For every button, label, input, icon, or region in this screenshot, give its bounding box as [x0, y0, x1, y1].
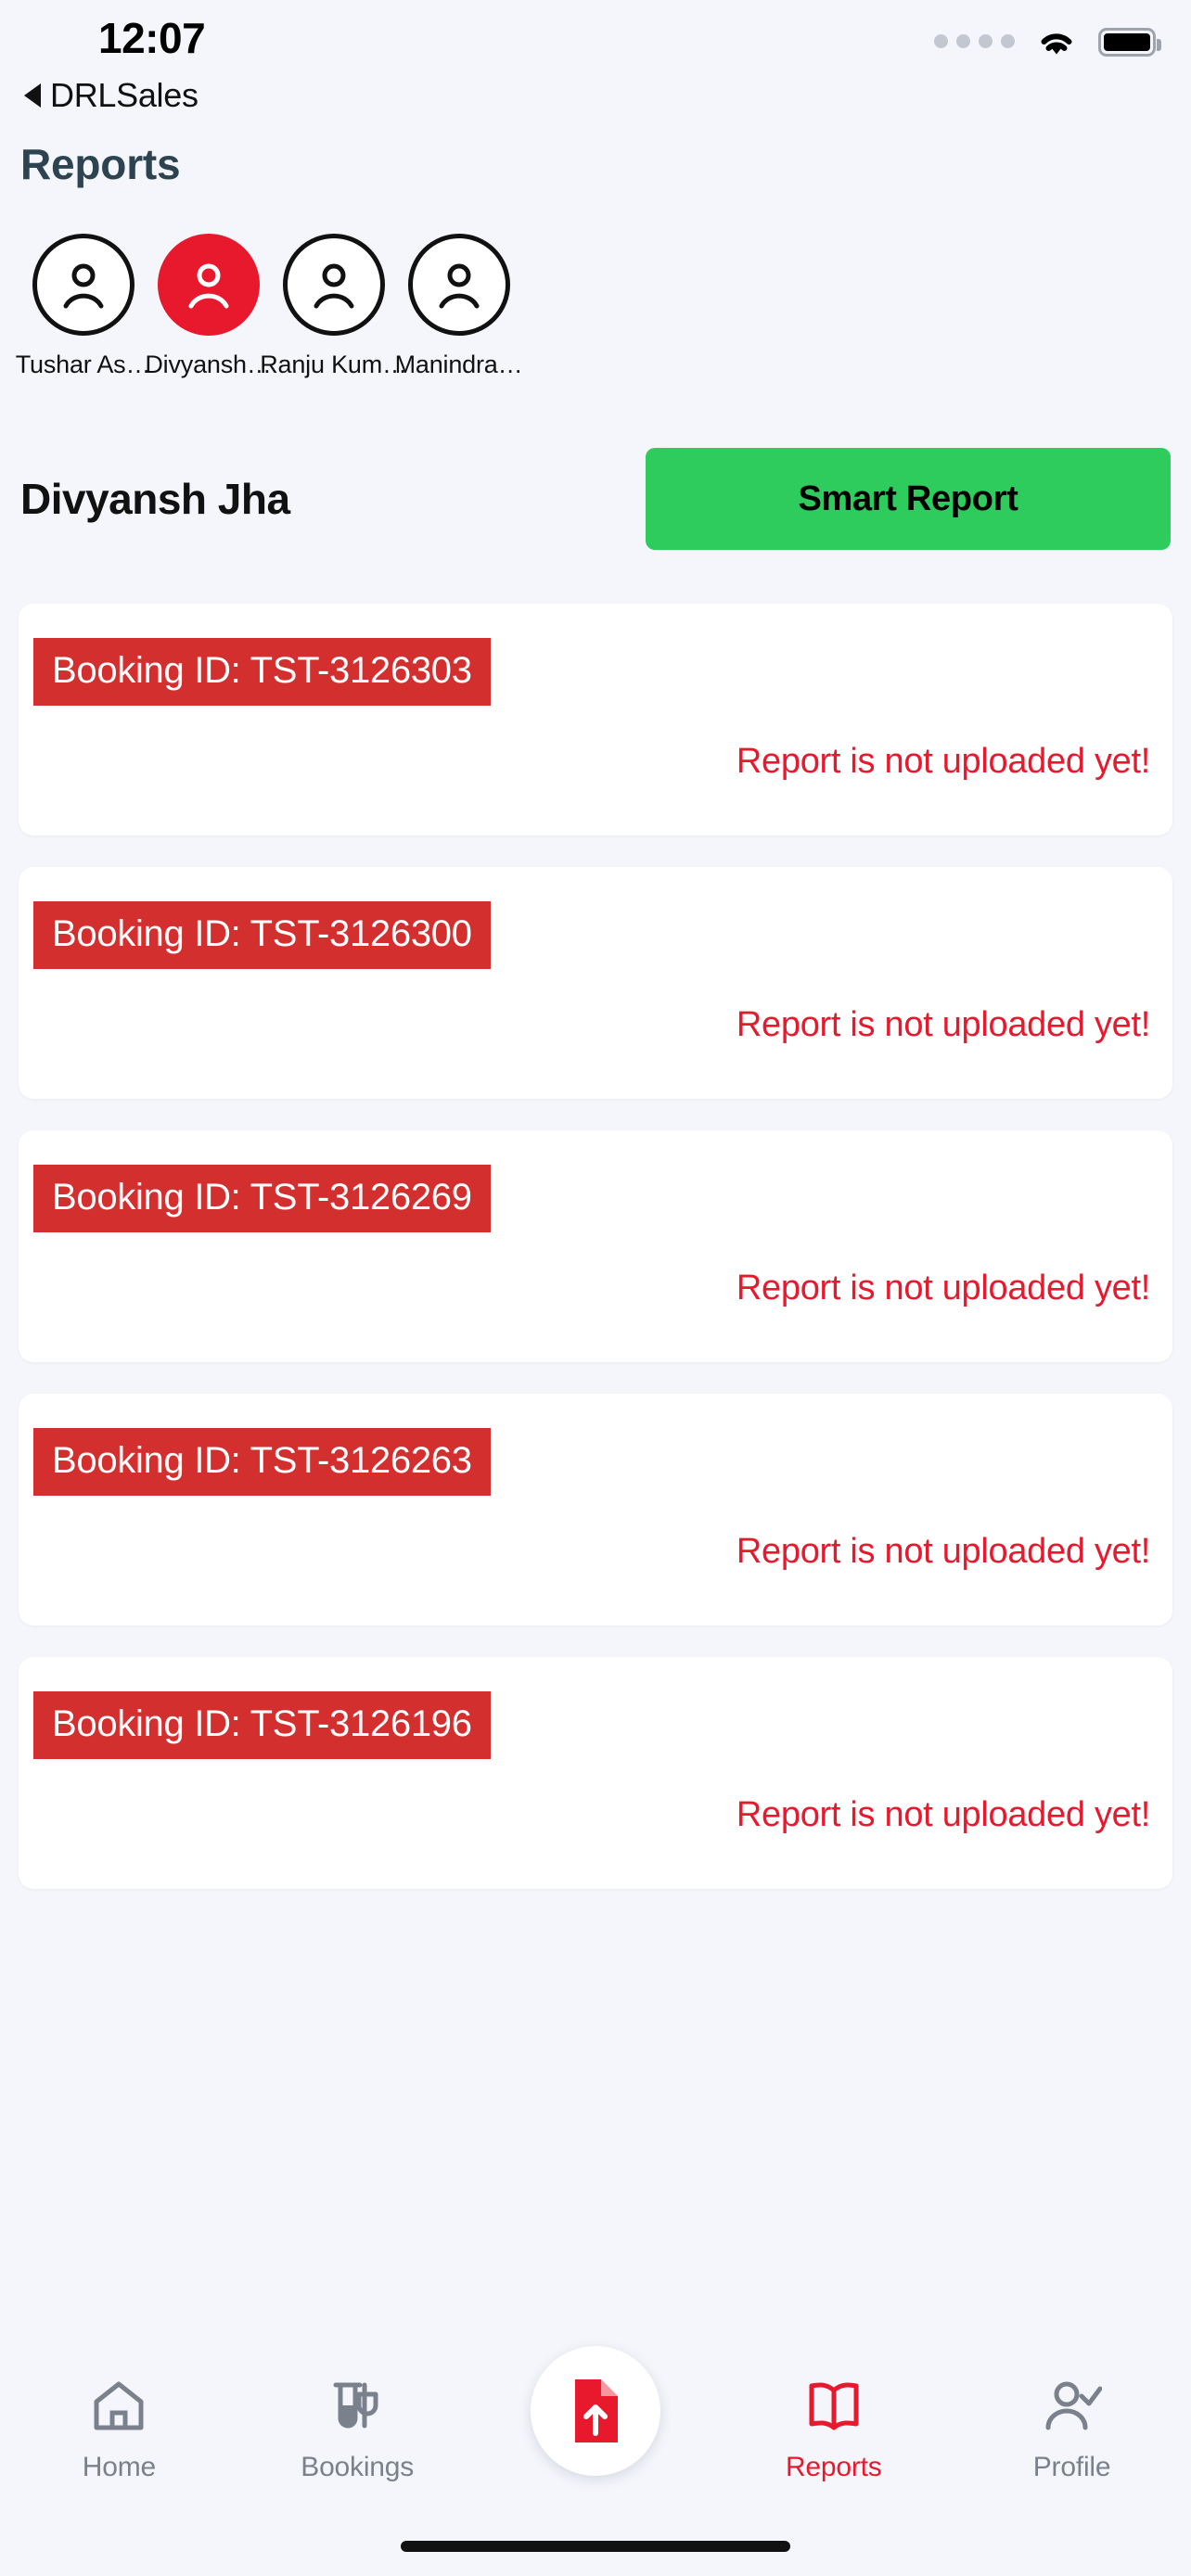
upload-report-fab-wrap	[507, 2346, 684, 2476]
booking-card[interactable]: Booking ID: TST-3126303 Report is not up…	[19, 604, 1172, 835]
avatar-item[interactable]: Manindra…	[394, 234, 523, 379]
tab-label: Home	[82, 2452, 156, 2482]
status-time: 12:07	[98, 14, 206, 62]
avatar-label: Manindra…	[394, 351, 523, 378]
signal-dots-icon	[934, 33, 1015, 50]
avatar[interactable]	[157, 234, 260, 336]
booking-list: Booking ID: TST-3126303 Report is not up…	[0, 604, 1191, 1889]
open-book-icon	[804, 2372, 864, 2441]
document-upload-button[interactable]	[530, 2346, 660, 2476]
tab-label: Reports	[785, 2452, 882, 2482]
status-bar: 12:07	[0, 0, 1191, 85]
avatar-strip[interactable]: Tushar As… Divyansh… Ranju Kum… Manindra…	[0, 189, 1191, 379]
avatar[interactable]	[282, 234, 385, 336]
avatar-label: Tushar As…	[15, 351, 151, 378]
booking-id-badge: Booking ID: TST-3126263	[33, 1428, 491, 1496]
page-title: Reports	[20, 140, 181, 188]
report-status-text: Report is not uploaded yet!	[736, 1795, 1150, 1834]
booking-id-badge: Booking ID: TST-3126269	[33, 1165, 491, 1232]
avatar-item[interactable]: Divyansh…	[145, 234, 272, 379]
avatar[interactable]	[32, 234, 134, 336]
tab-home[interactable]: Home	[31, 2372, 207, 2483]
tab-bookings[interactable]: Bookings	[269, 2372, 445, 2483]
tab-profile[interactable]: Profile	[984, 2372, 1160, 2483]
wifi-icon	[1035, 26, 1078, 57]
avatar-item[interactable]: Tushar As…	[16, 234, 150, 379]
selected-person-name: Divyansh Jha	[20, 475, 290, 523]
avatar-label: Divyansh…	[145, 351, 272, 378]
report-status-text: Report is not uploaded yet!	[736, 1532, 1150, 1571]
test-tube-icon	[327, 2372, 387, 2441]
avatar-item[interactable]: Ranju Kum…	[260, 234, 407, 379]
person-circle-icon	[314, 263, 353, 309]
person-circle-icon	[63, 263, 103, 309]
tab-label: Bookings	[301, 2452, 415, 2482]
selection-row: Divyansh Jha Smart Report	[0, 448, 1191, 550]
report-status-text: Report is not uploaded yet!	[736, 1005, 1150, 1044]
home-icon	[89, 2372, 148, 2441]
status-indicators	[934, 26, 1161, 57]
person-check-icon	[1043, 2372, 1102, 2441]
tab-label: Profile	[1032, 2452, 1111, 2482]
booking-id-badge: Booking ID: TST-3126196	[33, 1691, 491, 1759]
home-indicator	[401, 2541, 790, 2552]
booking-id-badge: Booking ID: TST-3126300	[33, 901, 491, 969]
tab-reports[interactable]: Reports	[746, 2372, 922, 2483]
booking-card[interactable]: Booking ID: TST-3126263 Report is not up…	[19, 1394, 1172, 1626]
report-status-text: Report is not uploaded yet!	[736, 742, 1150, 781]
avatar-label: Ranju Kum…	[260, 351, 407, 378]
person-circle-icon	[439, 263, 479, 309]
booking-id-badge: Booking ID: TST-3126303	[33, 638, 491, 706]
smart-report-button[interactable]: Smart Report	[646, 448, 1171, 550]
app-screen: 12:07 DRLSales Reports Tushar As… Divyan…	[0, 0, 1191, 2576]
booking-card[interactable]: Booking ID: TST-3126300 Report is not up…	[19, 867, 1172, 1099]
booking-card[interactable]: Booking ID: TST-3126196 Report is not up…	[19, 1657, 1172, 1889]
battery-full-icon	[1098, 27, 1161, 57]
booking-card[interactable]: Booking ID: TST-3126269 Report is not up…	[19, 1130, 1172, 1362]
document-upload-icon	[574, 2379, 618, 2442]
avatar[interactable]	[407, 234, 510, 336]
report-status-text: Report is not uploaded yet!	[736, 1269, 1150, 1307]
back-caret-icon	[24, 83, 41, 108]
person-circle-icon	[188, 263, 228, 309]
